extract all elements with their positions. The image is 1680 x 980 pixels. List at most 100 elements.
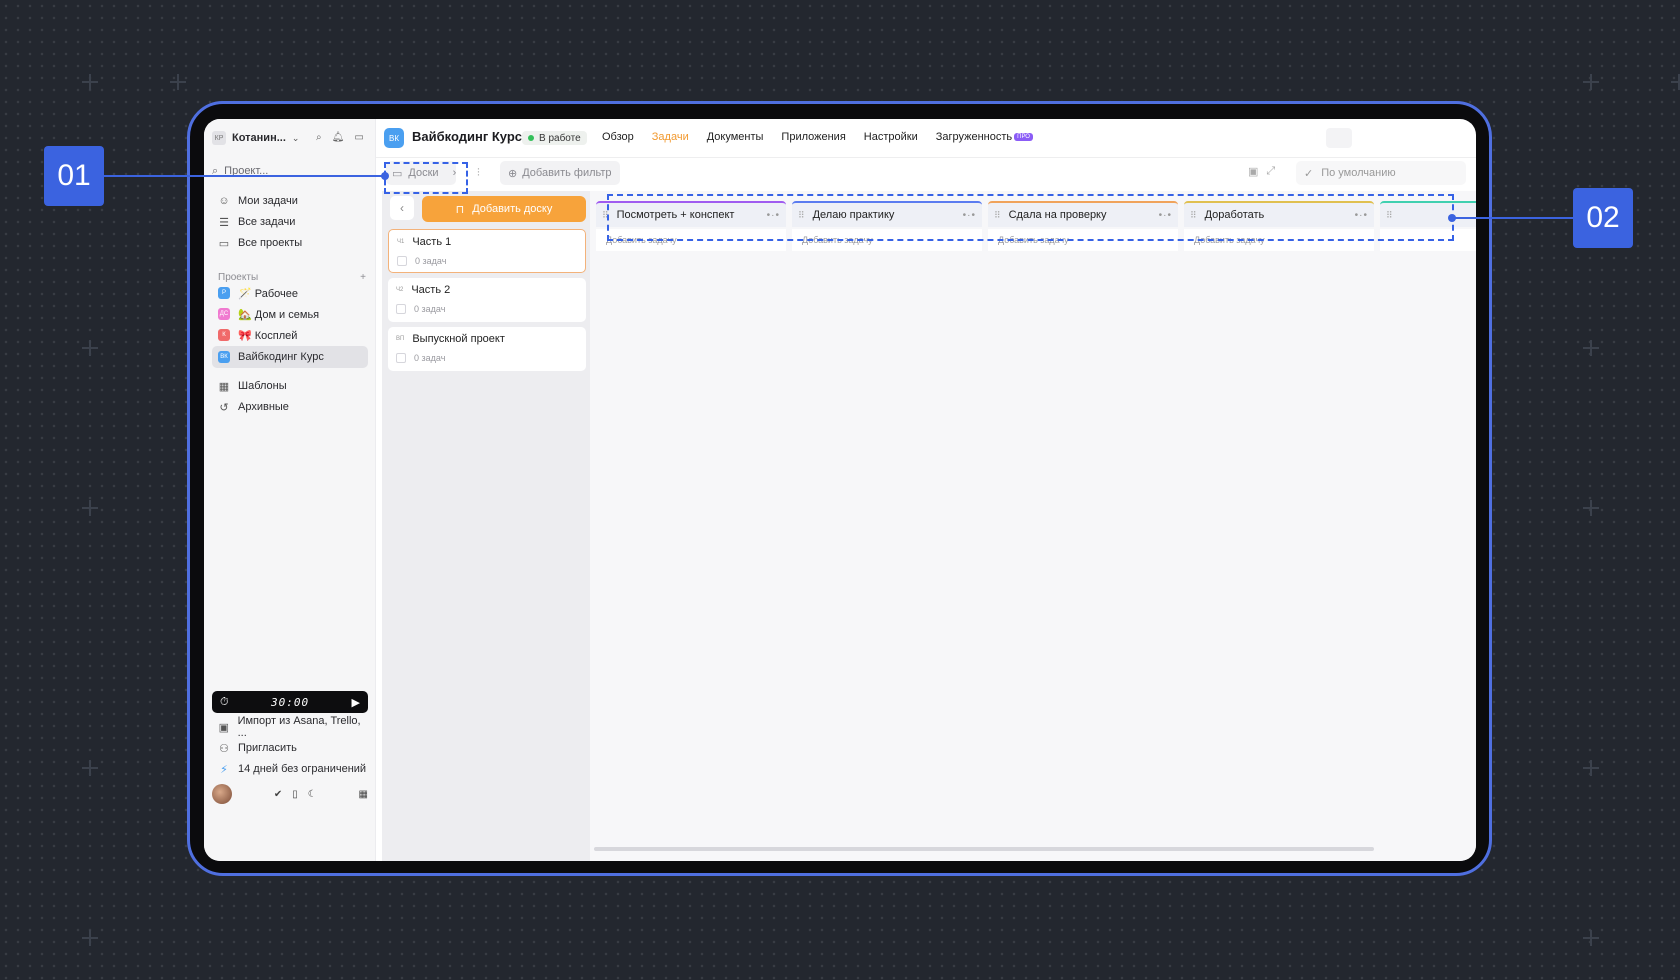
sidebar-item-import[interactable]: ▣ Импорт из Asana, Trello, ... [212, 715, 368, 739]
add-task-button[interactable]: Добавить задачу [988, 229, 1178, 251]
column-title: Сдала на проверку [1008, 209, 1107, 221]
search-icon[interactable]: ⌕ [316, 132, 322, 143]
collapse-button[interactable]: ‹ [390, 196, 414, 220]
drag-handle-icon[interactable]: ⠿ [1190, 210, 1197, 221]
trello-icon: ▣ [218, 721, 229, 734]
add-task-button[interactable] [1380, 229, 1476, 251]
column-header[interactable]: ⠿ Сдала на проверку •·• [988, 201, 1178, 227]
board-card[interactable]: Ч2 Часть 2 0 задач [388, 278, 586, 322]
add-task-button[interactable]: Добавить задачу [792, 229, 982, 251]
sidebar-item-trial[interactable]: ⚡︎ 14 дней без ограничений [212, 759, 368, 779]
default-label: По умолчанию [1321, 167, 1396, 179]
avatar[interactable] [212, 784, 232, 804]
more-icon[interactable]: •·• [1355, 210, 1368, 221]
sidebar-item-all-tasks[interactable]: ☰ Все задачи [212, 212, 368, 232]
check-icon[interactable]: ✔ [274, 789, 282, 800]
kanban-columns: ⠿ Посмотреть + конспект •·• Добавить зада… [590, 191, 1476, 861]
add-board-label: Добавить доску [472, 203, 553, 215]
checklist-icon: ☰ [219, 216, 229, 229]
sidebar: КР Котанин... ⌄ ⌕ 🔔︎ ▭ ⌕ Проект... ☺ Мои… [204, 119, 376, 861]
bell-icon[interactable]: 🔔︎ [332, 132, 345, 143]
sidebar-item-archive[interactable]: ↺ Архивные [212, 397, 368, 417]
tab-workload[interactable]: Загруженность ПРО [936, 131, 1033, 143]
add-task-button[interactable]: Добавить задачу [1184, 229, 1374, 251]
sidebar-item-all-projects[interactable]: ▭ Все проекты [212, 233, 368, 253]
connector-dot-2 [1448, 214, 1456, 222]
connector-line-1 [103, 175, 385, 177]
filter-plus-icon: ⊕ [508, 167, 518, 180]
play-icon[interactable]: ▶ [352, 696, 360, 709]
sidebar-item-label: Вайбкодинг Курс [238, 351, 324, 363]
task-count-icon [396, 353, 406, 363]
column-title: Делаю практику [812, 209, 895, 221]
add-project-icon[interactable]: + [360, 272, 366, 283]
column-header[interactable]: ⠿ Делаю практику •·• [792, 201, 982, 227]
view-icons: ▣ ⤢ [1248, 165, 1275, 178]
tab-apps[interactable]: Приложения [781, 131, 845, 143]
drag-handle-icon[interactable]: ⠿ [994, 210, 1001, 221]
sidebar-item-invite[interactable]: ⚇ Пригласить [212, 738, 368, 758]
timer-value: 30:00 [271, 695, 310, 709]
more-icon[interactable]: •·• [1159, 210, 1172, 221]
sidebar-item-templates[interactable]: ▦ Шаблоны [212, 376, 368, 396]
add-task-button[interactable]: Добавить задачу [596, 229, 786, 251]
board-abbr: ВП [396, 336, 405, 342]
tab-tasks[interactable]: Задачи [652, 131, 689, 143]
board-card[interactable]: ВП Выпускной проект 0 задач [388, 327, 586, 371]
tab-settings[interactable]: Настройки [864, 131, 918, 143]
board-icon: ▭ [392, 167, 403, 180]
lightning-icon: ⚡︎ [220, 763, 228, 776]
sidebar-project-work[interactable]: Р 🪄 Рабочее [212, 283, 368, 303]
kanban-column-partial: ⠿ [1380, 201, 1476, 251]
drag-handle-icon[interactable]: ⠿ [602, 210, 609, 221]
add-board-button[interactable]: ⊓ Добавить доску [422, 196, 586, 222]
note-icon[interactable]: ▯ [292, 789, 298, 800]
calendar-icon[interactable]: ▦ [359, 789, 368, 800]
column-header[interactable]: ⠿ Посмотреть + конспект •·• [596, 201, 786, 227]
sidebar-item-my-tasks[interactable]: ☺ Мои задачи [212, 191, 368, 211]
kanban-column: ⠿ Доработать •·• Добавить задачу [1184, 201, 1374, 251]
footer-icons: ✔ ▯ ☾ [274, 789, 317, 800]
kanban-column: ⠿ Сдала на проверку •·• Добавить задачу [988, 201, 1178, 251]
column-header[interactable]: ⠿ Доработать •·• [1184, 201, 1374, 227]
column-header[interactable]: ⠿ [1380, 201, 1476, 227]
moon-icon[interactable]: ☾ [308, 789, 317, 800]
tab-documents[interactable]: Документы [707, 131, 764, 143]
board-count: 0 задач [415, 256, 447, 266]
expand-icon[interactable]: ⤢ [1266, 165, 1275, 178]
boards-panel: ‹ ⊓ Добавить доску Ч1 Часть 1 0 задач Ч2 Ч… [382, 191, 590, 861]
save-icon[interactable]: ▣ [1248, 165, 1258, 178]
sidebar-item-label: Шаблоны [238, 380, 287, 392]
horizontal-scrollbar[interactable] [594, 847, 1374, 851]
default-view-button[interactable]: ✓ По умолчанию [1296, 161, 1466, 185]
panel-toggle-icon[interactable]: ▭ [354, 132, 363, 143]
sidebar-project-home[interactable]: ДС 🏡 Дом и семья [212, 304, 368, 324]
project-search[interactable]: ⌕ Проект... [212, 161, 368, 181]
boards-button[interactable]: ▭ Доски › [386, 161, 456, 185]
main-area: ВК Вайбкодинг Курс В работе Обзор Задачи… [376, 119, 1476, 861]
sidebar-item-label: 🎀 Косплей [238, 329, 298, 342]
tab-workload-label: Загруженность [935, 131, 1013, 143]
add-filter-button[interactable]: ⊕ Добавить фильтр [500, 161, 620, 185]
sidebar-project-vibecoding[interactable]: ВК Вайбкодинг Курс [212, 346, 368, 368]
status-dot-icon [528, 135, 534, 141]
board-card[interactable]: Ч1 Часть 1 0 задач [388, 229, 586, 273]
tab-overview[interactable]: Обзор [602, 131, 634, 143]
drag-handle-icon[interactable]: ⠿ [798, 210, 805, 221]
drag-handle-icon[interactable]: ⠿ [1386, 210, 1393, 221]
sidebar-icons: ⌕ 🔔︎ ▭ [316, 132, 364, 143]
annotation-marker-1: 01 [44, 146, 104, 206]
more-icon[interactable]: •·• [767, 210, 780, 221]
project-icon: ВК [218, 351, 230, 363]
sidebar-project-cosplay[interactable]: К 🎀 Косплей [212, 325, 368, 345]
page-title: Вайбкодинг Курс [412, 129, 523, 144]
chevron-right-icon: › [452, 167, 457, 179]
status-badge[interactable]: В работе [522, 131, 587, 145]
pomodoro-timer[interactable]: ⏱︎ 30:00 ▶ [212, 691, 368, 713]
settings-sliders-icon[interactable]: ⫶ [477, 167, 480, 180]
workspace-switcher[interactable]: КР Котанин... ⌄ [212, 131, 299, 145]
more-icon[interactable]: •·• [963, 210, 976, 221]
app-screen: КР Котанин... ⌄ ⌕ 🔔︎ ▭ ⌕ Проект... ☺ Мои… [204, 119, 1476, 861]
annotation-marker-2: 02 [1573, 188, 1633, 248]
header-action[interactable] [1326, 128, 1352, 148]
